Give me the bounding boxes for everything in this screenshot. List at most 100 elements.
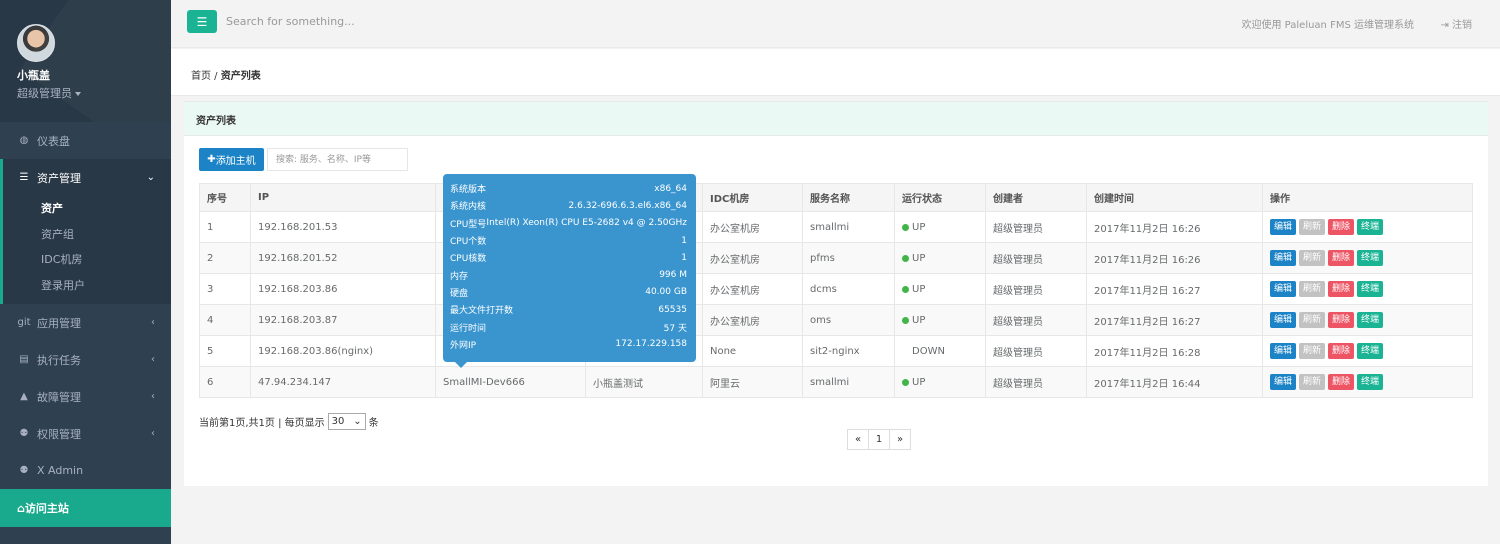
search-input[interactable] [226, 10, 546, 33]
subnav-idc[interactable]: IDC机房 [41, 247, 171, 273]
nav-visit-site[interactable]: ⌂ 访问主站 [0, 489, 171, 527]
hamburger-icon: ☰ [196, 14, 208, 29]
sign-out-icon: ⇥ [1440, 20, 1452, 31]
menu-toggle-button[interactable]: ☰ [187, 10, 217, 33]
page-info: 当前第1页,共1页 | 每页显示 30 ⌄ 条 [199, 413, 379, 430]
nav-apps[interactable]: git 应用管理 ‹ [0, 304, 171, 341]
refresh-button[interactable]: 刷新 [1299, 250, 1326, 266]
terminal-button[interactable]: 终端 [1357, 250, 1384, 266]
delete-button[interactable]: 删除 [1328, 374, 1355, 390]
tooltip-value: 57 天 [663, 323, 687, 334]
cell-created-time: 2017年11月2日 16:27 [1086, 273, 1263, 305]
logout-link[interactable]: ⇥ 注销 [1440, 16, 1472, 31]
next-page-button[interactable]: » [889, 429, 911, 450]
cell-service: dcms [802, 273, 895, 305]
tooltip-value: 65535 [658, 304, 687, 315]
subnav-login-users[interactable]: 登录用户 [41, 273, 171, 299]
user-role-dropdown[interactable]: 超级管理员 [17, 85, 171, 101]
user-role: 超级管理员 [17, 87, 72, 100]
delete-button[interactable]: 删除 [1328, 250, 1355, 266]
cell-creator: 超级管理员 [985, 366, 1087, 398]
welcome-text: 欢迎使用 Paleluan FMS 运维管理系统 [1241, 20, 1415, 31]
terminal-button[interactable]: 终端 [1357, 374, 1384, 390]
cell-status: DOWN [894, 335, 986, 367]
edit-button[interactable]: 编辑 [1270, 312, 1297, 328]
subnav-assets[interactable]: 资产 [41, 196, 171, 222]
tooltip-row: 系统内核 2.6.32-696.6.3.el6.x86_64 [450, 197, 687, 214]
status-text: UP [912, 376, 926, 388]
col-idc[interactable]: IDC机房 [702, 183, 803, 212]
refresh-button[interactable]: 刷新 [1299, 312, 1326, 328]
tooltip-key: 外网IP [450, 340, 477, 351]
subnav-asset-groups[interactable]: 资产组 [41, 222, 171, 248]
tooltip-key: 运行时间 [450, 323, 487, 334]
cell-no: 3 [199, 273, 251, 305]
logout-label: 注销 [1452, 20, 1472, 31]
edit-button[interactable]: 编辑 [1270, 219, 1297, 235]
cell-actions: 编辑 刷新 删除 终端 [1262, 273, 1473, 305]
breadcrumb-current: 资产列表 [220, 71, 261, 82]
cell-creator: 超级管理员 [985, 335, 1087, 367]
nav-dashboard[interactable]: ◍ 仪表盘 [0, 122, 171, 159]
cell-service: smallmi [802, 366, 895, 398]
tooltip-row: CPU核数 1 [450, 249, 687, 266]
col-status[interactable]: 运行状态 [894, 183, 986, 212]
assets-submenu: 资产 资产组 IDC机房 登录用户 [0, 196, 171, 304]
delete-button[interactable]: 删除 [1328, 219, 1355, 235]
terminal-button[interactable]: 终端 [1357, 281, 1384, 297]
breadcrumb-home[interactable]: 首页 [191, 71, 211, 82]
refresh-button[interactable]: 刷新 [1299, 219, 1326, 235]
status-text: UP [912, 283, 926, 295]
chevron-left-icon: ‹ [151, 354, 155, 365]
per-page-select[interactable]: 30 ⌄ [327, 413, 366, 430]
users-icon: ⚉ [19, 428, 29, 439]
edit-button[interactable]: 编辑 [1270, 250, 1297, 266]
edit-button[interactable]: 编辑 [1270, 374, 1297, 390]
per-page-unit: 条 [368, 418, 379, 429]
tooltip-row: CPU个数 1 [450, 232, 687, 249]
refresh-button[interactable]: 刷新 [1299, 343, 1326, 359]
col-creator[interactable]: 创建者 [985, 183, 1087, 212]
cell-service: smallmi [802, 211, 895, 243]
delete-button[interactable]: 删除 [1328, 281, 1355, 297]
nav-tasks[interactable]: ▤ 执行任务 ‹ [0, 341, 171, 378]
add-host-button[interactable]: ✚ 添加主机 [199, 148, 264, 171]
edit-button[interactable]: 编辑 [1270, 281, 1297, 297]
delete-button[interactable]: 删除 [1328, 312, 1355, 328]
asset-filter-input[interactable] [267, 148, 408, 171]
terminal-button[interactable]: 终端 [1357, 343, 1384, 359]
tasks-icon: ▤ [19, 354, 29, 365]
tooltip-key: 系统版本 [450, 185, 487, 196]
refresh-button[interactable]: 刷新 [1299, 281, 1326, 297]
nav-faults-label: 故障管理 [37, 390, 81, 404]
refresh-button[interactable]: 刷新 [1299, 374, 1326, 390]
col-created-time[interactable]: 创建时间 [1086, 183, 1263, 212]
nav-faults[interactable]: ▲ 故障管理 ‹ [0, 378, 171, 415]
terminal-button[interactable]: 终端 [1357, 219, 1384, 235]
status-dot-icon [902, 254, 909, 262]
nav-perms[interactable]: ⚉ 权限管理 ‹ [0, 415, 171, 452]
nav-dashboard-label: 仪表盘 [37, 134, 70, 148]
nav-xadmin[interactable]: ⚉ X Admin [0, 452, 171, 489]
dashboard-icon: ◍ [19, 135, 29, 146]
prev-page-button[interactable]: « [847, 429, 869, 450]
chevron-left-icon: ‹ [151, 317, 155, 328]
page-button[interactable]: 1 [868, 429, 890, 450]
edit-button[interactable]: 编辑 [1270, 343, 1297, 359]
nav-assets[interactable]: ☰ 资产管理 ⌄ [0, 159, 171, 196]
col-ip[interactable]: IP [250, 183, 436, 212]
delete-button[interactable]: 删除 [1328, 343, 1355, 359]
avatar[interactable] [17, 24, 55, 62]
cell-no: 2 [199, 242, 251, 274]
table-header-row: 序号 IP IDC机房 服务名称 运行状态 创建者 创建时间 操作 [199, 183, 1473, 212]
chevron-down-icon: ⌄ [146, 172, 155, 183]
user-name: 小瓶盖 [17, 69, 50, 82]
col-service[interactable]: 服务名称 [802, 183, 895, 212]
col-no[interactable]: 序号 [199, 183, 251, 212]
terminal-button[interactable]: 终端 [1357, 312, 1384, 328]
cell-created-time: 2017年11月2日 16:28 [1086, 335, 1263, 367]
cell-created-time: 2017年11月2日 16:44 [1086, 366, 1263, 398]
cell-ip: 192.168.201.53 [250, 211, 436, 243]
cell-creator: 超级管理员 [985, 304, 1087, 336]
pagination: « 1 » [847, 429, 911, 450]
